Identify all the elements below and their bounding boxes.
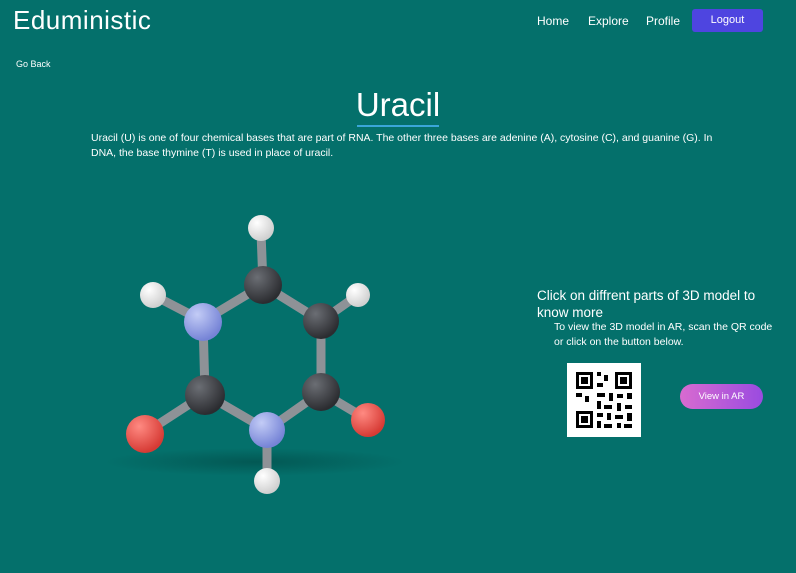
go-back-link[interactable]: Go Back <box>16 59 51 69</box>
ar-instructions: To view the 3D model in AR, scan the QR … <box>554 321 773 348</box>
nitrogen-atom <box>249 412 285 448</box>
title-underline <box>357 125 439 127</box>
nav-explore[interactable]: Explore <box>588 14 629 28</box>
carbon-atom <box>185 375 225 415</box>
carbon-atom <box>303 303 339 339</box>
hydrogen-atom <box>254 468 280 494</box>
logout-button[interactable]: Logout <box>692 9 763 32</box>
nav-home[interactable]: Home <box>537 14 569 28</box>
view-in-ar-button[interactable]: View in AR <box>680 384 763 409</box>
hydrogen-atom <box>346 283 370 307</box>
hydrogen-atom <box>140 282 166 308</box>
page-title: Uracil <box>355 86 441 123</box>
oxygen-atom <box>126 415 164 453</box>
model-hint-text: Click on diffrent parts of 3D model to k… <box>537 288 756 320</box>
nav-profile[interactable]: Profile <box>646 14 680 28</box>
nitrogen-atom <box>184 303 222 341</box>
hydrogen-atom <box>248 215 274 241</box>
description-text: Uracil (U) is one of four chemical bases… <box>91 132 713 159</box>
carbon-atom <box>302 373 340 411</box>
carbon-atom <box>244 266 282 304</box>
brand-logo[interactable]: Eduministic <box>13 5 151 36</box>
qr-code[interactable] <box>567 363 641 437</box>
oxygen-atom <box>351 403 385 437</box>
molecule-3d-model[interactable] <box>100 200 420 500</box>
